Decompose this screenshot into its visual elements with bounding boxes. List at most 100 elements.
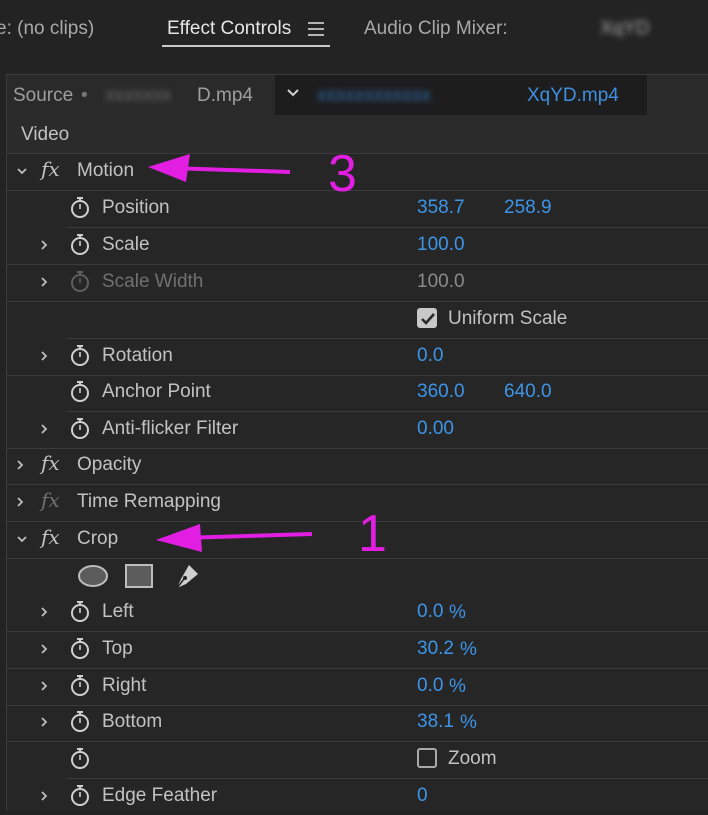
stopwatch-icon[interactable] xyxy=(69,784,91,808)
zoom-label: Zoom xyxy=(448,748,497,769)
property-label-crop-top: Top xyxy=(102,638,133,659)
anchor-point-x-value[interactable]: 360.0 xyxy=(417,381,465,403)
stopwatch-icon[interactable] xyxy=(69,380,91,404)
annotation-number-motion: 3 xyxy=(328,145,357,203)
anchor-point-y-value[interactable]: 640.0 xyxy=(504,381,552,403)
property-row-uniform-scale: Uniform Scale xyxy=(67,302,708,339)
sequence-clip-name: XqYD.mp4 xyxy=(527,85,619,106)
rectangle-mask-icon[interactable] xyxy=(124,564,154,588)
source-label: Source xyxy=(13,85,74,106)
annotation-number-crop: 1 xyxy=(358,505,387,563)
property-row-anchor-point: Anchor Point 360.0 640.0 xyxy=(67,375,708,412)
chevron-right-icon[interactable] xyxy=(39,607,49,617)
video-section-label: Video xyxy=(21,124,70,145)
stopwatch-icon[interactable] xyxy=(69,674,91,698)
annotation-arrow-crop xyxy=(156,524,313,552)
property-row-anti-flicker: Anti-flicker Filter 0.00 xyxy=(7,412,708,449)
mask-tools-row xyxy=(7,559,708,595)
scale-width-value: 100.0 xyxy=(417,271,465,292)
chevron-right-icon[interactable] xyxy=(15,460,25,470)
effect-label-crop: Crop xyxy=(77,528,119,549)
crop-right-unit: % xyxy=(449,676,466,697)
property-row-scale: Scale 100.0 xyxy=(7,228,708,265)
fx-icon[interactable]: fx xyxy=(41,451,60,475)
crop-right-value[interactable]: 0.0 xyxy=(417,675,443,697)
fx-icon[interactable]: fx xyxy=(41,525,60,549)
property-label-rotation: Rotation xyxy=(102,345,173,366)
property-row-crop-bottom: Bottom 38.1 % xyxy=(7,705,708,742)
edge-feather-value[interactable]: 0 xyxy=(417,785,428,807)
chevron-right-icon[interactable] xyxy=(39,791,49,801)
ellipse-mask-icon[interactable] xyxy=(77,564,109,588)
uniform-scale-checkbox[interactable] xyxy=(417,308,437,328)
source-clip-name: D.mp4 xyxy=(197,85,253,106)
stopwatch-icon[interactable] xyxy=(69,710,91,734)
chevron-right-icon[interactable] xyxy=(39,240,49,250)
zoom-checkbox[interactable] xyxy=(417,748,437,768)
stopwatch-icon[interactable] xyxy=(69,196,91,220)
stopwatch-icon[interactable] xyxy=(69,344,91,368)
chevron-right-icon[interactable] xyxy=(39,681,49,691)
panel-menu-icon[interactable] xyxy=(308,22,324,36)
property-label-anchor-point: Anchor Point xyxy=(102,381,211,402)
source-dot: • xyxy=(81,85,88,106)
active-tab-indicator xyxy=(162,45,330,47)
property-label-crop-right: Right xyxy=(102,675,147,696)
stopwatch-icon[interactable] xyxy=(69,233,91,257)
source-clip-name-blurred: xxxxxxx xyxy=(105,85,172,106)
property-label-scale-width: Scale Width xyxy=(102,271,204,292)
sequence-clip-name-blurred: xxxxxxxxxxxx xyxy=(317,85,431,106)
chevron-right-icon[interactable] xyxy=(39,351,49,361)
chevron-down-icon[interactable] xyxy=(287,87,299,99)
property-row-scale-width: Scale Width 100.0 xyxy=(7,265,708,302)
chevron-down-icon[interactable] xyxy=(17,166,27,176)
chevron-down-icon[interactable] xyxy=(17,534,27,544)
property-label-position: Position xyxy=(102,197,170,218)
uniform-scale-label: Uniform Scale xyxy=(448,308,568,329)
fx-icon[interactable]: fx xyxy=(41,157,60,181)
crop-top-unit: % xyxy=(460,639,477,660)
position-x-value[interactable]: 358.7 xyxy=(417,197,465,219)
property-row-crop-left: Left 0.0 % xyxy=(7,595,708,632)
tab-audio-clip-mixer[interactable]: Audio Clip Mixer: xyxy=(364,14,508,44)
tab-audio-clip-mixer-name: XqYD xyxy=(600,18,650,39)
property-label-crop-left: Left xyxy=(102,601,134,622)
crop-left-value[interactable]: 0.0 xyxy=(417,601,443,623)
video-section-header: Video xyxy=(7,117,708,154)
property-row-rotation: Rotation 0.0 xyxy=(7,339,708,376)
chevron-right-icon[interactable] xyxy=(39,277,49,287)
stopwatch-icon xyxy=(71,271,89,292)
property-label-anti-flicker: Anti-flicker Filter xyxy=(102,418,239,439)
property-label-crop-bottom: Bottom xyxy=(102,711,163,732)
rotation-value[interactable]: 0.0 xyxy=(417,345,443,367)
crop-bottom-value[interactable]: 38.1 xyxy=(417,711,454,733)
pen-mask-icon[interactable] xyxy=(171,562,201,592)
tab-effect-controls[interactable]: Effect Controls xyxy=(167,14,291,44)
annotation-arrow-motion xyxy=(148,154,291,182)
chevron-right-icon[interactable] xyxy=(39,717,49,727)
panel-tab-bar: e: (no clips) Effect Controls Audio Clip… xyxy=(0,0,708,64)
effect-label-motion: Motion xyxy=(77,160,135,181)
position-y-value[interactable]: 258.9 xyxy=(504,197,552,219)
property-row-crop-right: Right 0.0 % xyxy=(7,669,708,706)
effect-row-opacity[interactable]: fx Opacity xyxy=(7,448,708,485)
stopwatch-icon[interactable] xyxy=(69,747,91,771)
crop-left-unit: % xyxy=(449,602,466,623)
crop-bottom-unit: % xyxy=(460,712,477,733)
scale-value[interactable]: 100.0 xyxy=(417,234,465,256)
property-row-crop-top: Top 30.2 % xyxy=(7,632,708,669)
anti-flicker-value[interactable]: 0.00 xyxy=(417,418,454,440)
chevron-right-icon[interactable] xyxy=(39,644,49,654)
stopwatch-icon[interactable] xyxy=(69,637,91,661)
property-label-edge-feather: Edge Feather xyxy=(102,785,218,806)
stopwatch-icon[interactable] xyxy=(69,417,91,441)
effect-row-motion[interactable]: fx Motion xyxy=(7,154,708,191)
source-bar: Source • xxxxxxx D.mp4 xxxxxxxxxxxx XqYD… xyxy=(7,75,708,118)
tab-timeline[interactable]: e: (no clips) xyxy=(0,14,94,44)
chevron-right-icon[interactable] xyxy=(39,424,49,434)
property-row-position: Position 358.7 258.9 xyxy=(67,191,708,228)
stopwatch-icon[interactable] xyxy=(69,600,91,624)
chevron-right-icon[interactable] xyxy=(15,497,25,507)
crop-top-value[interactable]: 30.2 xyxy=(417,638,454,660)
effect-label-time-remapping: Time Remapping xyxy=(77,491,221,512)
